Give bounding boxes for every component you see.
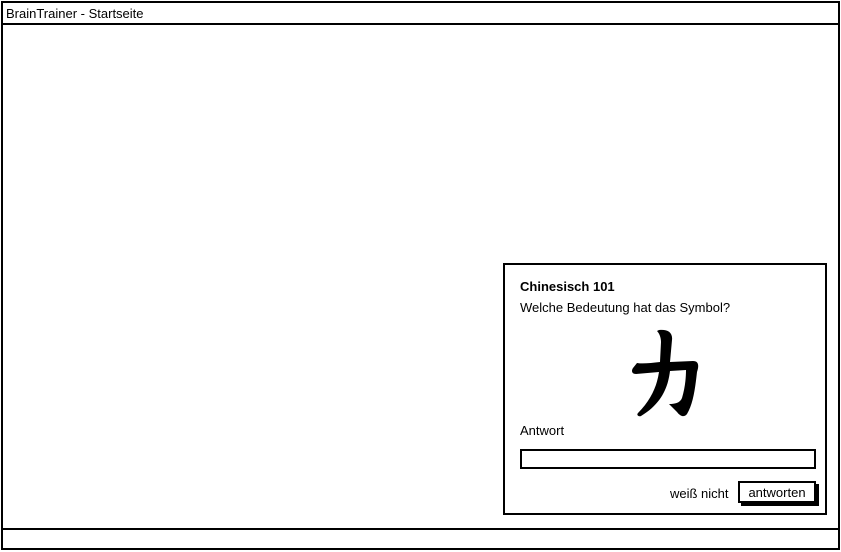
- course-title: Chinesisch 101: [520, 279, 615, 294]
- chinese-symbol-image: [605, 323, 725, 423]
- app-window: BrainTrainer - Startseite Chinesisch 101…: [1, 1, 840, 550]
- dont-know-link[interactable]: weiß nicht: [670, 486, 729, 501]
- quiz-panel: Chinesisch 101 Welche Bedeutung hat das …: [503, 263, 827, 515]
- answer-button[interactable]: antworten: [738, 481, 816, 503]
- window-title: BrainTrainer - Startseite: [6, 6, 144, 21]
- question-text: Welche Bedeutung hat das Symbol?: [520, 300, 731, 315]
- symbol-glyph: [632, 329, 699, 417]
- answer-label: Antwort: [520, 423, 565, 438]
- title-bar: BrainTrainer - Startseite: [3, 3, 838, 25]
- status-bar: [3, 528, 838, 548]
- answer-input[interactable]: [520, 449, 816, 469]
